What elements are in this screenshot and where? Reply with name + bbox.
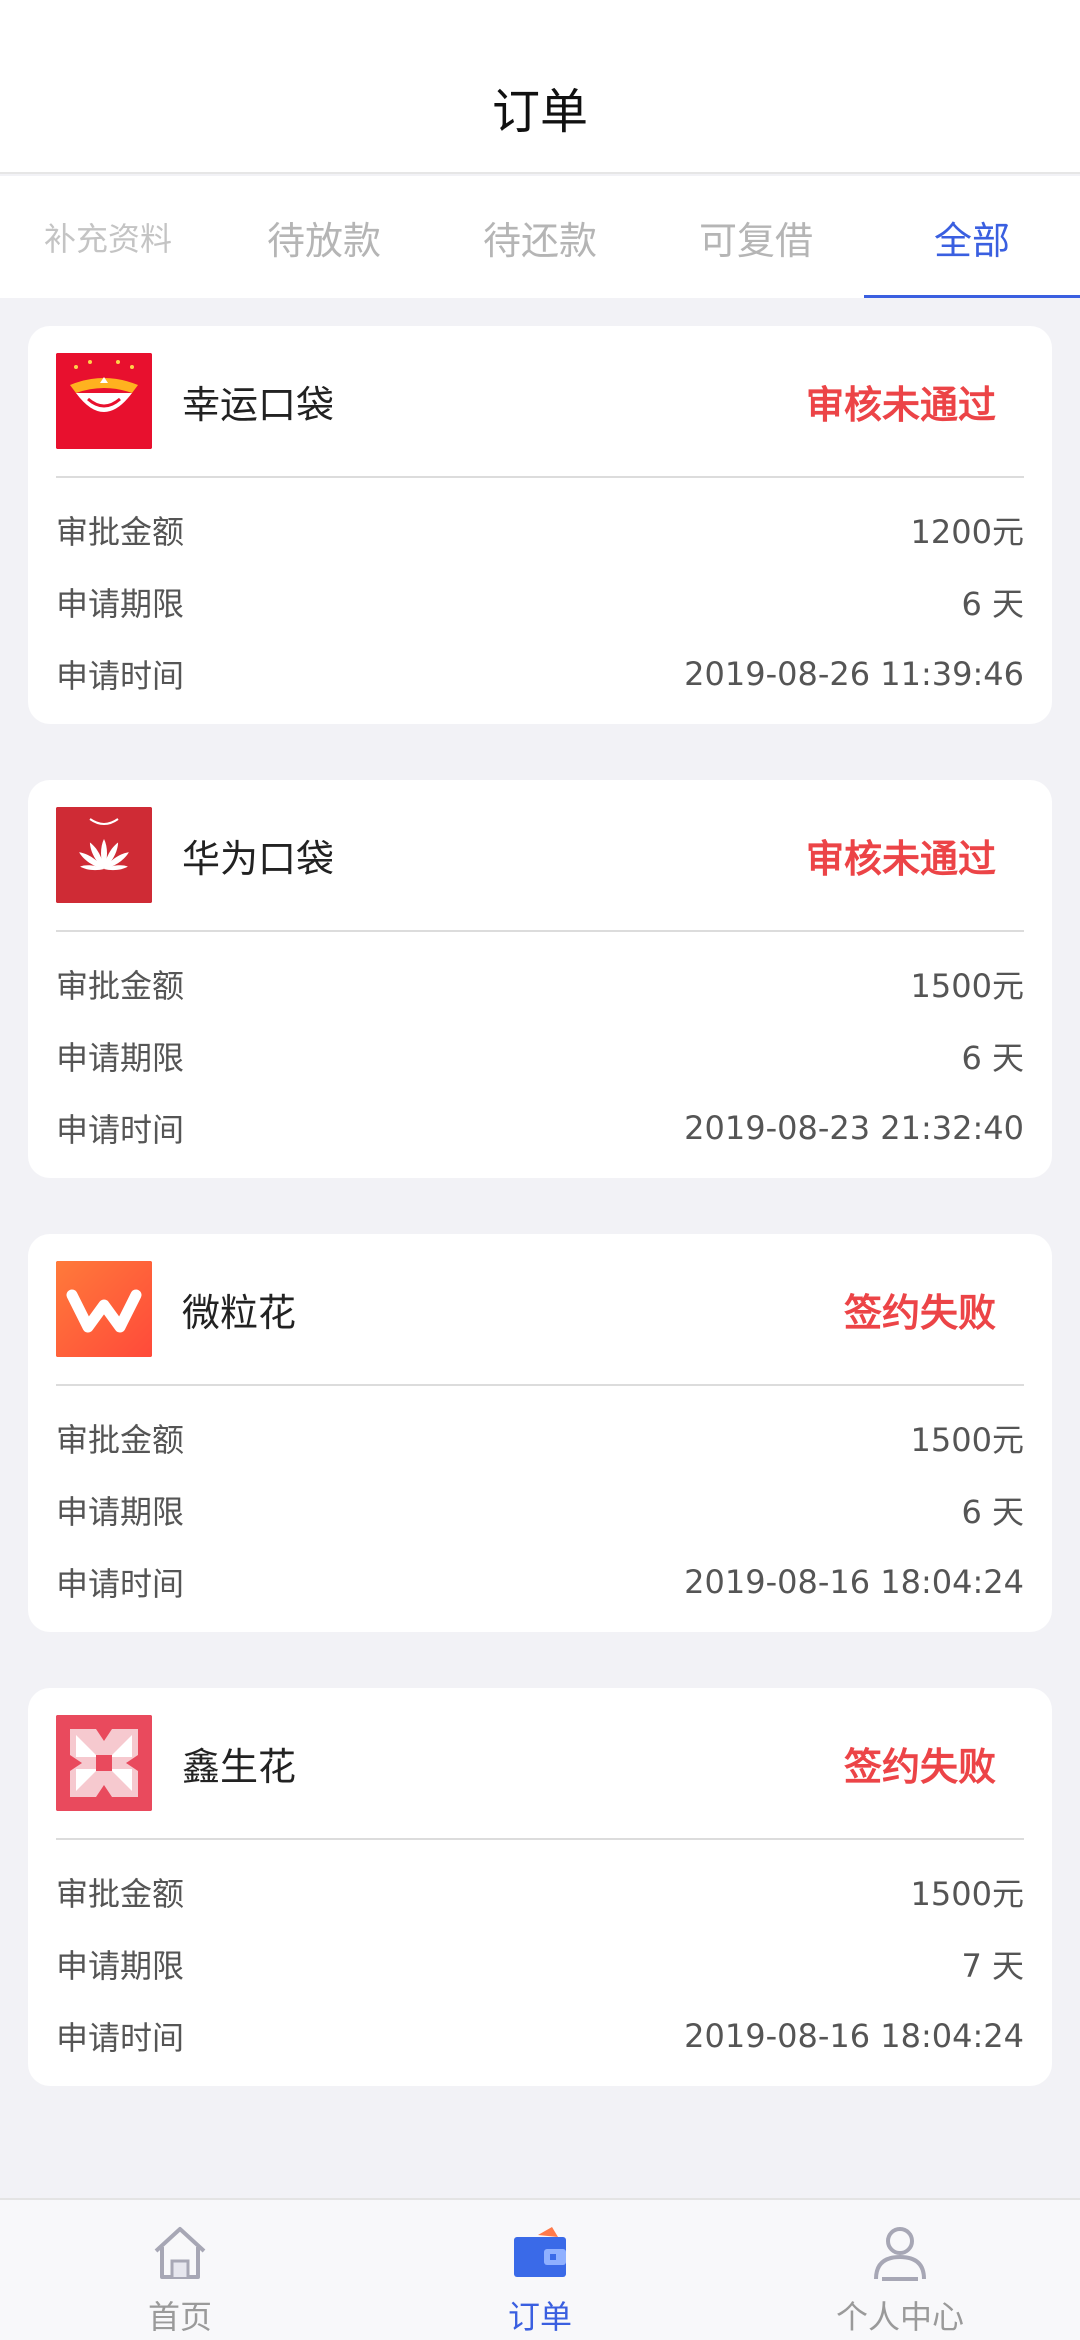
row-value: 2019-08-26 11:39:46 (684, 655, 1024, 693)
row-value: 6 天 (961, 1039, 1024, 1077)
xinshenghua-logo-icon (56, 1715, 152, 1811)
tabbar-label: 首页 (147, 2298, 212, 2336)
row-label: 申请期限 (56, 1947, 185, 1985)
row-value: 2019-08-23 21:32:40 (684, 1109, 1024, 1147)
row-label: 申请时间 (56, 1565, 185, 1603)
row-value: 2019-08-16 18:04:24 (684, 1563, 1024, 1601)
row-label: 审批金额 (56, 1421, 185, 1459)
order-card[interactable]: 鑫生花 签约失败 审批金额 1500元 申请期限 7 天 申请时间 2019-0… (28, 1688, 1052, 2086)
tab-supplement-info[interactable]: 补充资料 (0, 176, 216, 298)
row-label: 审批金额 (56, 967, 185, 1005)
page-title: 订单 (491, 84, 588, 140)
order-name: 幸运口袋 (182, 382, 335, 427)
lucky-pocket-logo-icon (56, 353, 152, 449)
row-value: 1500元 (910, 1875, 1024, 1913)
weilihua-logo-icon (56, 1261, 152, 1357)
tabbar-label: 个人中心 (835, 2298, 964, 2336)
apply-time-row: 申请时间 2019-08-16 18:04:24 (56, 1546, 1024, 1618)
tab-pending-repayment[interactable]: 待还款 (432, 176, 648, 298)
order-list: 幸运口袋 审核未通过 审批金额 1200元 申请期限 6 天 申请时间 2019… (28, 326, 1052, 2142)
apply-time-row: 申请时间 2019-08-16 18:04:24 (56, 2000, 1024, 2072)
order-card[interactable]: 华为口袋 审核未通过 审批金额 1500元 申请期限 6 天 申请时间 2019… (28, 780, 1052, 1178)
tab-pending-disbursement[interactable]: 待放款 (216, 176, 432, 298)
order-name: 华为口袋 (182, 836, 335, 881)
apply-time-row: 申请时间 2019-08-26 11:39:46 (56, 638, 1024, 710)
loan-term-row: 申请期限 6 天 (56, 566, 1024, 638)
tabbar-profile[interactable]: 个人中心 (720, 2200, 1080, 2340)
status-badge: 签约失败 (843, 1290, 996, 1335)
status-badge: 审核未通过 (805, 382, 996, 427)
row-label: 申请期限 (56, 585, 185, 623)
order-name: 微粒花 (182, 1290, 297, 1335)
approved-amount-row: 审批金额 1500元 (56, 948, 1024, 1020)
order-card-header: 华为口袋 审核未通过 (56, 780, 1024, 932)
app-header: 订单 (0, 0, 1080, 174)
order-filter-tabs: 补充资料 待放款 待还款 可复借 全部 (0, 176, 1080, 298)
approved-amount-row: 审批金额 1200元 (56, 494, 1024, 566)
person-icon (865, 2218, 935, 2288)
row-label: 申请时间 (56, 657, 185, 695)
huawei-pocket-logo-icon (56, 807, 152, 903)
row-label: 申请时间 (56, 2019, 185, 2057)
loan-term-row: 申请期限 7 天 (56, 1928, 1024, 2000)
order-card[interactable]: 微粒花 签约失败 审批金额 1500元 申请期限 6 天 申请时间 2019-0… (28, 1234, 1052, 1632)
loan-term-row: 申请期限 6 天 (56, 1474, 1024, 1546)
order-name: 鑫生花 (182, 1744, 297, 1789)
order-card[interactable]: 幸运口袋 审核未通过 审批金额 1200元 申请期限 6 天 申请时间 2019… (28, 326, 1052, 724)
row-value: 1500元 (910, 967, 1024, 1005)
loan-term-row: 申请期限 6 天 (56, 1020, 1024, 1092)
approved-amount-row: 审批金额 1500元 (56, 1402, 1024, 1474)
row-label: 审批金额 (56, 1875, 185, 1913)
row-value: 2019-08-16 18:04:24 (684, 2017, 1024, 2055)
bottom-tab-bar: 首页 订单 个人中心 (0, 2198, 1080, 2340)
row-label: 审批金额 (56, 513, 185, 551)
row-value: 7 天 (961, 1947, 1024, 1985)
row-value: 1500元 (910, 1421, 1024, 1459)
apply-time-row: 申请时间 2019-08-23 21:32:40 (56, 1092, 1024, 1164)
tab-all[interactable]: 全部 (864, 176, 1080, 298)
wallet-icon (505, 2218, 575, 2288)
order-card-header: 鑫生花 签约失败 (56, 1688, 1024, 1840)
row-value: 6 天 (961, 585, 1024, 623)
tabbar-label: 订单 (507, 2298, 572, 2336)
home-icon (145, 2218, 215, 2288)
tabbar-orders[interactable]: 订单 (360, 2200, 720, 2340)
status-badge: 签约失败 (843, 1744, 996, 1789)
order-card-header: 微粒花 签约失败 (56, 1234, 1024, 1386)
tabbar-home[interactable]: 首页 (0, 2200, 360, 2340)
row-value: 1200元 (910, 513, 1024, 551)
order-card-header: 幸运口袋 审核未通过 (56, 326, 1024, 478)
tab-reborrowable[interactable]: 可复借 (648, 176, 864, 298)
row-label: 申请期限 (56, 1039, 185, 1077)
row-label: 申请期限 (56, 1493, 185, 1531)
approved-amount-row: 审批金额 1500元 (56, 1856, 1024, 1928)
status-badge: 审核未通过 (805, 836, 996, 881)
row-label: 申请时间 (56, 1111, 185, 1149)
row-value: 6 天 (961, 1493, 1024, 1531)
